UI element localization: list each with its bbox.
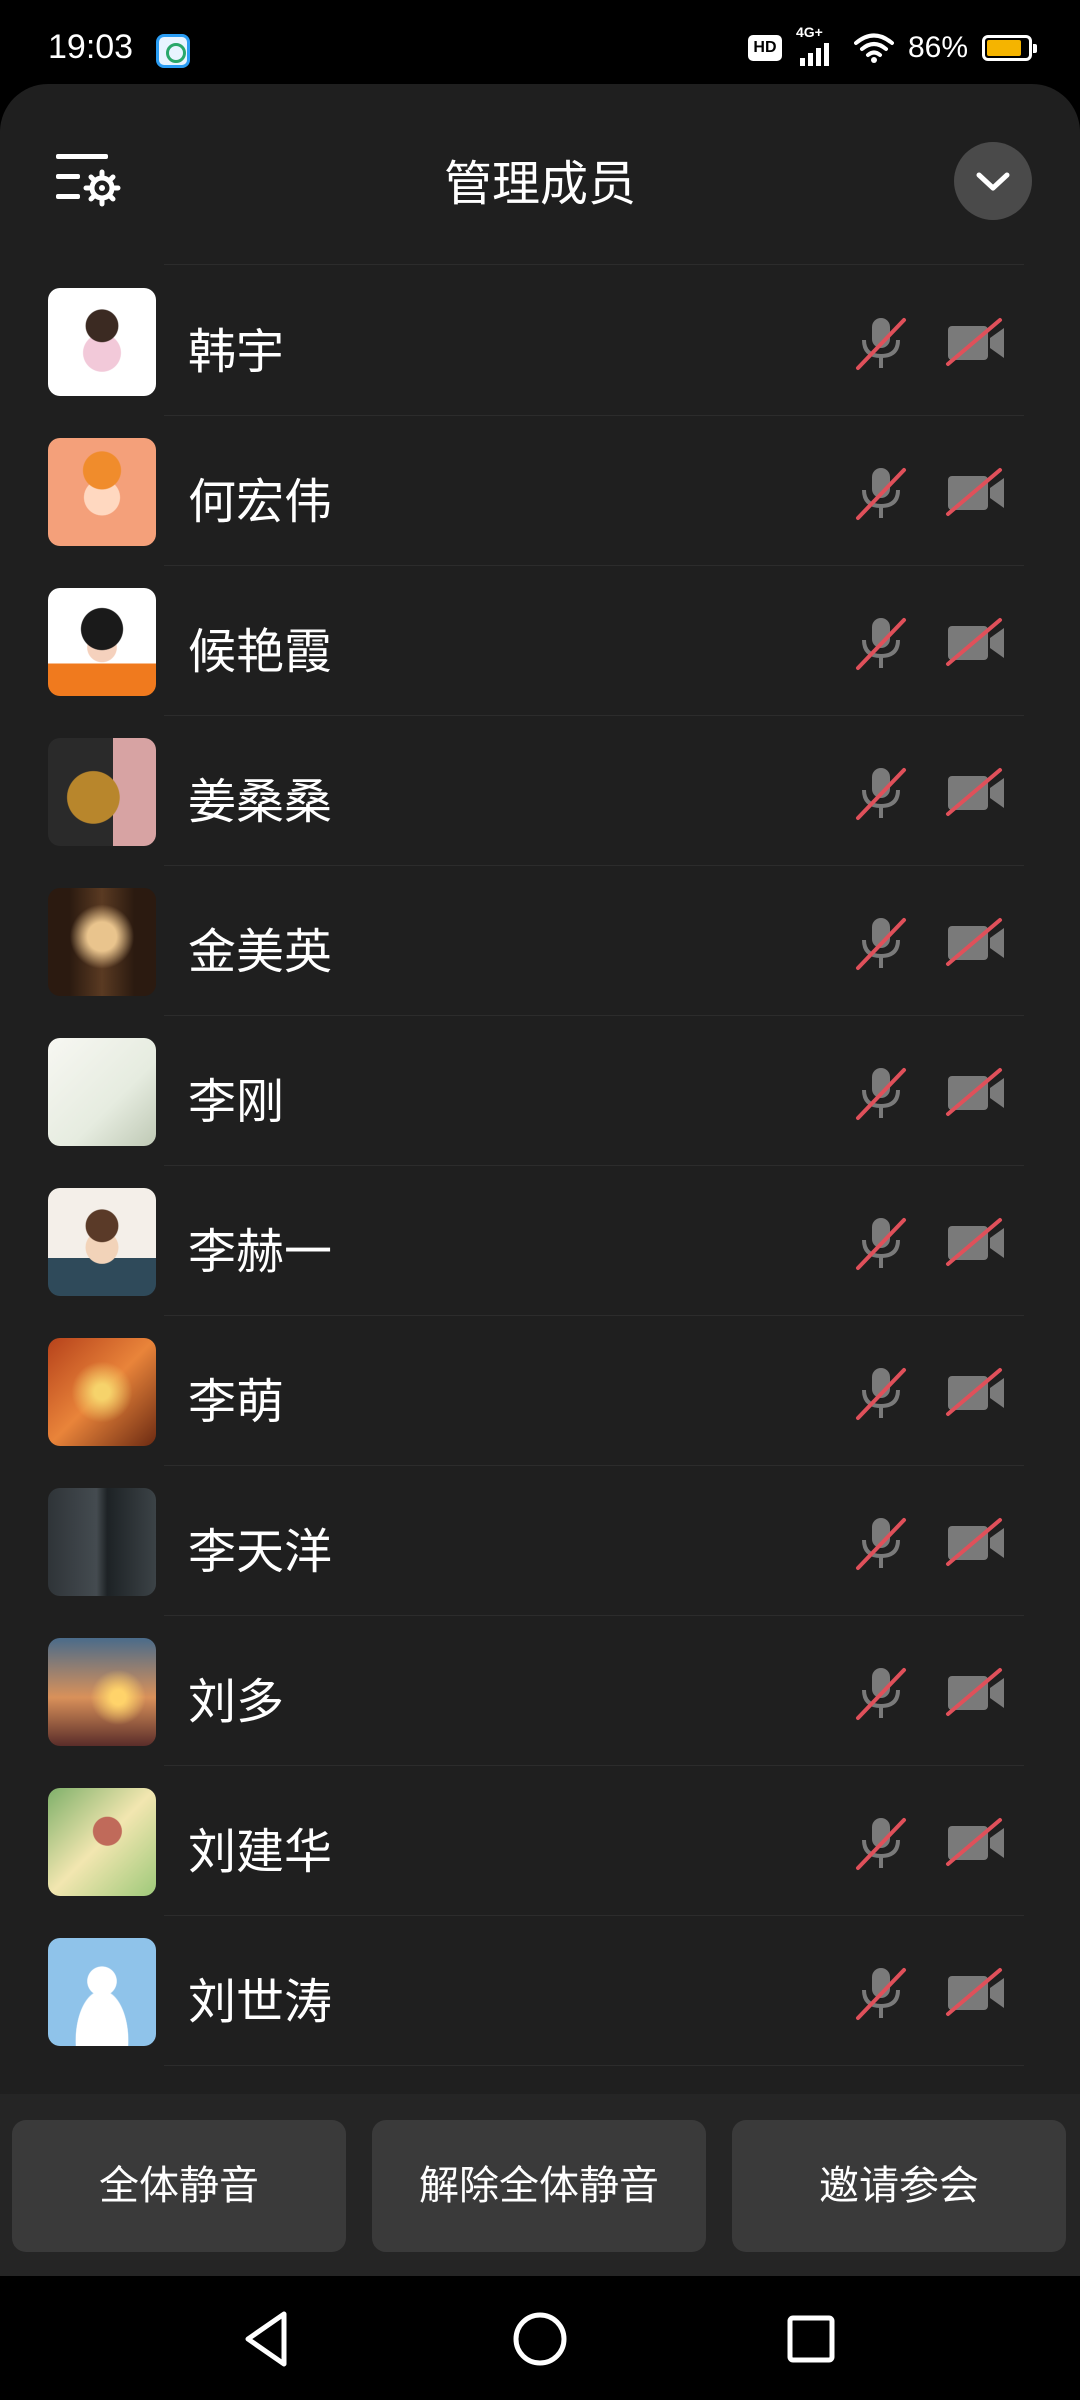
member-row[interactable]: 刘建华 [0, 1766, 1080, 1916]
member-row[interactable]: 刘多 [0, 1616, 1080, 1766]
mic-muted-icon[interactable] [850, 762, 912, 824]
member-name: 姜桑桑 [188, 774, 333, 830]
member-name: 韩宇 [188, 324, 285, 380]
camera-off-icon[interactable] [944, 1816, 1008, 1870]
camera-off-icon[interactable] [944, 766, 1008, 820]
camera-off-icon[interactable] [944, 1966, 1008, 2020]
member-avatar [48, 738, 156, 846]
recents-icon[interactable] [776, 2304, 846, 2374]
chevron-down-icon [976, 172, 1010, 191]
home-icon[interactable] [505, 2304, 575, 2374]
member-name: 李刚 [188, 1074, 285, 1130]
member-name: 李天洋 [188, 1524, 333, 1580]
camera-off-icon[interactable] [944, 316, 1008, 370]
member-name: 金美英 [188, 924, 333, 980]
app-notification-icon [156, 34, 190, 68]
camera-off-icon[interactable] [944, 466, 1008, 520]
status-time: 19:03 [48, 28, 134, 66]
mic-muted-icon[interactable] [850, 612, 912, 674]
member-row[interactable]: 李赫一 [0, 1166, 1080, 1316]
mic-muted-icon[interactable] [850, 912, 912, 974]
mic-muted-icon[interactable] [850, 1962, 912, 2024]
member-row[interactable]: 韩宇 [0, 266, 1080, 416]
member-row[interactable]: 李萌 [0, 1316, 1080, 1466]
divider [164, 2065, 1024, 2066]
invite-button[interactable]: 邀请参会 [732, 2120, 1066, 2252]
member-avatar [48, 1638, 156, 1746]
mute-all-button[interactable]: 全体静音 [12, 2120, 346, 2252]
camera-off-icon[interactable] [944, 1216, 1008, 1270]
member-avatar [48, 1788, 156, 1896]
member-name: 李赫一 [188, 1224, 333, 1280]
mic-muted-icon[interactable] [850, 462, 912, 524]
back-icon[interactable] [232, 2304, 302, 2374]
camera-off-icon[interactable] [944, 916, 1008, 970]
mic-muted-icon[interactable] [850, 1062, 912, 1124]
system-nav-bar [0, 2276, 1080, 2400]
member-row[interactable]: 姜桑桑 [0, 716, 1080, 866]
hd-badge: HD [747, 35, 782, 61]
divider [164, 264, 1024, 265]
member-row[interactable]: 李天洋 [0, 1466, 1080, 1616]
member-name: 刘建华 [188, 1824, 333, 1880]
member-row[interactable]: 金美英 [0, 866, 1080, 1016]
member-avatar [48, 588, 156, 696]
mic-muted-icon[interactable] [850, 1212, 912, 1274]
camera-off-icon[interactable] [944, 1066, 1008, 1120]
mic-muted-icon[interactable] [850, 1512, 912, 1574]
camera-off-icon[interactable] [944, 616, 1008, 670]
mic-muted-icon[interactable] [850, 312, 912, 374]
member-row[interactable]: 候艳霞 [0, 566, 1080, 716]
mic-muted-icon[interactable] [850, 1362, 912, 1424]
member-avatar [48, 288, 156, 396]
collapse-button[interactable] [954, 142, 1032, 220]
cell-signal-icon: 4G+ [796, 24, 840, 68]
member-avatar [48, 438, 156, 546]
member-name: 何宏伟 [188, 474, 333, 530]
member-name: 刘世涛 [188, 1974, 333, 2030]
action-bar: 全体静音 解除全体静音 邀请参会 [0, 2094, 1080, 2276]
member-avatar [48, 1938, 156, 2046]
wifi-icon [853, 33, 894, 63]
status-indicators: HD 4G+ 86% [747, 24, 1037, 70]
network-type-label: 4G+ [795, 24, 823, 40]
member-row[interactable]: 刘世涛 [0, 1916, 1080, 2066]
member-list[interactable]: 韩宇何宏伟候艳霞姜桑桑金美英李刚李赫一李萌李天洋刘多刘建华刘世涛 [0, 266, 1080, 2066]
camera-off-icon[interactable] [944, 1366, 1008, 1420]
sheet-header: 管理成员 [0, 84, 1080, 266]
member-row[interactable]: 何宏伟 [0, 416, 1080, 566]
member-row[interactable]: 李刚 [0, 1016, 1080, 1166]
member-avatar [48, 1038, 156, 1146]
member-avatar [48, 888, 156, 996]
status-bar: 19:03 HD 4G+ 86% [0, 0, 1080, 84]
unmute-all-button[interactable]: 解除全体静音 [372, 2120, 706, 2252]
member-avatar [48, 1488, 156, 1596]
camera-off-icon[interactable] [944, 1666, 1008, 1720]
mic-muted-icon[interactable] [850, 1812, 912, 1874]
member-name: 候艳霞 [188, 624, 333, 680]
camera-off-icon[interactable] [944, 1516, 1008, 1570]
member-avatar [48, 1338, 156, 1446]
battery-icon [982, 35, 1037, 61]
battery-percent: 86% [907, 31, 968, 64]
mic-muted-icon[interactable] [850, 1662, 912, 1724]
member-name: 李萌 [188, 1374, 285, 1430]
member-avatar [48, 1188, 156, 1296]
page-title: 管理成员 [443, 156, 636, 212]
member-name: 刘多 [188, 1674, 285, 1730]
manage-members-sheet: 管理成员 韩宇何宏伟候艳霞姜桑桑金美英李刚李赫一李萌李天洋刘多刘建华刘世涛 [0, 84, 1080, 2276]
